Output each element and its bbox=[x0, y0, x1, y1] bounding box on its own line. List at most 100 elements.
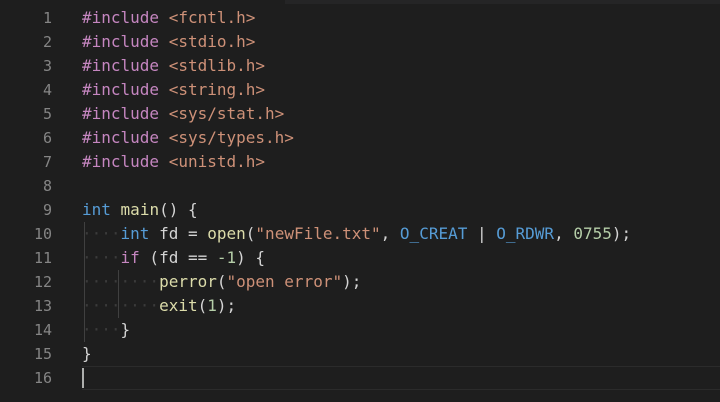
code-text: ····if (fd == -1) { bbox=[82, 246, 265, 270]
code-token: <stdlib.h> bbox=[168, 56, 266, 75]
code-text: int main() { bbox=[82, 198, 198, 222]
code-token: ···· bbox=[82, 320, 121, 339]
code-token: #include bbox=[82, 32, 169, 51]
code-token: main bbox=[120, 200, 160, 219]
code-token: ) { bbox=[236, 248, 266, 267]
code-token: ···· bbox=[82, 224, 121, 243]
code-token: #include bbox=[82, 104, 169, 123]
code-line[interactable]: 2 #include <stdio.h> bbox=[0, 30, 720, 54]
code-line[interactable]: 8 bbox=[0, 174, 720, 198]
code-line[interactable]: 13 ········exit(1); bbox=[0, 294, 720, 318]
code-token: O_CREAT bbox=[399, 224, 468, 243]
code-token: "newFile.txt" bbox=[255, 224, 381, 243]
code-token: <string.h> bbox=[168, 80, 266, 99]
line-number: 4 bbox=[42, 81, 52, 99]
code-token: <fcntl.h> bbox=[168, 8, 256, 27]
code-token: int bbox=[120, 224, 150, 243]
code-token: (fd bbox=[139, 248, 188, 267]
line-number: 14 bbox=[33, 321, 52, 339]
code-token: exit bbox=[159, 296, 198, 315]
code-token: int bbox=[82, 200, 111, 219]
code-text: ····int fd = open("newFile.txt", O_CREAT… bbox=[82, 222, 631, 246]
line-number: 10 bbox=[33, 225, 52, 243]
code-text: #include <unistd.h> bbox=[82, 150, 265, 174]
code-token: if bbox=[120, 248, 140, 267]
code-token: #include bbox=[82, 56, 169, 75]
code-token: open bbox=[207, 224, 246, 243]
code-line[interactable]: 9 int main() { bbox=[0, 198, 720, 222]
code-line[interactable]: 6 #include <sys/types.h> bbox=[0, 126, 720, 150]
code-token: ········ bbox=[82, 296, 160, 315]
line-number: 2 bbox=[42, 33, 52, 51]
code-line[interactable]: 16 bbox=[0, 366, 720, 390]
code-token: , bbox=[554, 224, 574, 243]
code-token: ); bbox=[342, 272, 362, 291]
code-line[interactable]: 11 ····if (fd == -1) { bbox=[0, 246, 720, 270]
indent-guide bbox=[84, 222, 85, 342]
code-token: 0755 bbox=[573, 224, 612, 243]
line-number: 12 bbox=[33, 273, 52, 291]
code-token: == bbox=[187, 248, 208, 267]
code-token: ········ bbox=[82, 272, 160, 291]
tab-bar bbox=[0, 0, 720, 4]
code-line[interactable]: 1 #include <fcntl.h> bbox=[0, 6, 720, 30]
line-number: 3 bbox=[42, 57, 52, 75]
code-token: ); bbox=[216, 296, 237, 315]
code-token: #include bbox=[82, 8, 169, 27]
code-text: #include <sys/stat.h> bbox=[82, 102, 284, 126]
line-number: 11 bbox=[33, 249, 52, 267]
code-token: <unistd.h> bbox=[168, 152, 266, 171]
line-number: 16 bbox=[33, 369, 52, 387]
code-token: , bbox=[380, 224, 400, 243]
code-line[interactable]: 4 #include <string.h> bbox=[0, 78, 720, 102]
code-line[interactable]: 5 #include <sys/stat.h> bbox=[0, 102, 720, 126]
line-number: 5 bbox=[42, 105, 52, 123]
code-editor[interactable]: 1 #include <fcntl.h> 2 #include <stdio.h> 3 #… bbox=[0, 6, 720, 402]
code-token: } bbox=[82, 344, 92, 363]
code-token: perror bbox=[159, 272, 217, 291]
code-token: } bbox=[120, 320, 131, 339]
code-token: ( bbox=[197, 296, 208, 315]
code-token: -1 bbox=[216, 248, 237, 267]
code-token: #include bbox=[82, 128, 169, 147]
code-token: #include bbox=[82, 80, 169, 99]
code-token: <sys/stat.h> bbox=[168, 104, 285, 123]
code-text: } bbox=[82, 342, 92, 366]
code-token: #include bbox=[82, 152, 169, 171]
code-line[interactable]: 3 #include <stdlib.h> bbox=[0, 54, 720, 78]
indent-guide bbox=[118, 270, 119, 318]
code-token: 1 bbox=[207, 296, 217, 315]
code-token: <sys/types.h> bbox=[168, 128, 294, 147]
line-number: 8 bbox=[42, 177, 52, 195]
code-token: = bbox=[187, 224, 198, 243]
code-text: #include <string.h> bbox=[82, 78, 265, 102]
tab-bar-strip bbox=[285, 0, 720, 4]
code-text: ········exit(1); bbox=[82, 294, 236, 318]
code-token: "open error" bbox=[226, 272, 343, 291]
line-number: 1 bbox=[42, 9, 52, 27]
current-line-highlight bbox=[82, 366, 720, 390]
code-text: #include <fcntl.h> bbox=[82, 6, 255, 30]
line-number: 9 bbox=[42, 201, 52, 219]
code-token: ( bbox=[245, 224, 256, 243]
line-number: 15 bbox=[33, 345, 52, 363]
code-text: #include <sys/types.h> bbox=[82, 126, 294, 150]
code-text: #include <stdio.h> bbox=[82, 30, 255, 54]
code-token: <stdio.h> bbox=[168, 32, 256, 51]
code-text: ····} bbox=[82, 318, 130, 342]
line-number: 13 bbox=[33, 297, 52, 315]
line-number: 6 bbox=[42, 129, 52, 147]
code-line[interactable]: 12 ········perror("open error"); bbox=[0, 270, 720, 294]
code-line[interactable]: 7 #include <unistd.h> bbox=[0, 150, 720, 174]
code-line[interactable]: 15} bbox=[0, 342, 720, 366]
code-line[interactable]: 14 ····} bbox=[0, 318, 720, 342]
code-token: O_RDWR bbox=[496, 224, 555, 243]
code-token: ); bbox=[611, 224, 632, 243]
code-token: | bbox=[467, 224, 497, 243]
code-text: #include <stdlib.h> bbox=[82, 54, 265, 78]
code-line[interactable]: 10 ····int fd = open("newFile.txt", O_CRE… bbox=[0, 222, 720, 246]
code-token: ( bbox=[216, 272, 227, 291]
